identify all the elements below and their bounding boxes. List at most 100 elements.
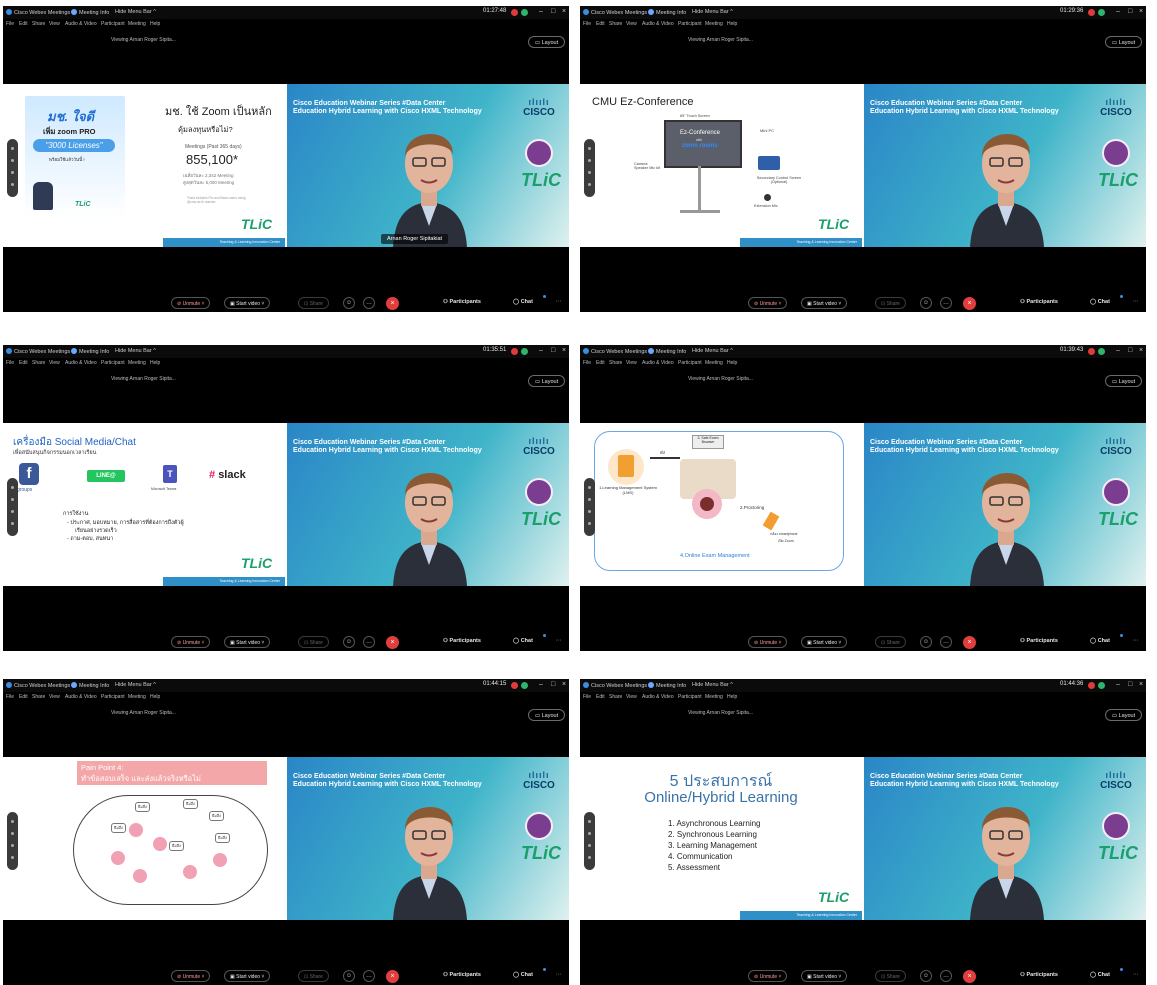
maximize-button[interactable]: □	[551, 347, 555, 354]
recording-icon[interactable]	[511, 9, 518, 16]
menu-share[interactable]: Share	[32, 21, 45, 27]
chat-button[interactable]: ◯ Chat	[1090, 972, 1110, 978]
end-meeting-button[interactable]: ×	[963, 970, 976, 983]
close-window-button[interactable]: ×	[1139, 8, 1143, 15]
layout-button[interactable]: ▭ Layout	[1105, 36, 1142, 48]
unmute-button[interactable]: ⊘ Unmute ˅	[171, 636, 211, 648]
menu-share[interactable]: Share	[32, 360, 45, 366]
slide-tools-pill[interactable]	[7, 812, 18, 870]
chat-button[interactable]: ◯ Chat	[513, 972, 533, 978]
overflow-icon[interactable]: ···	[1133, 299, 1139, 305]
menu-edit[interactable]: Edit	[596, 694, 605, 700]
menu-audio-video[interactable]: Audio & Video	[65, 360, 97, 366]
start-video-button[interactable]: ▣ Start video ˅	[801, 636, 848, 648]
participants-button[interactable]: ⚇ Participants	[443, 972, 481, 978]
recording-icon[interactable]	[511, 682, 518, 689]
menu-audio-video[interactable]: Audio & Video	[65, 21, 97, 27]
overflow-icon[interactable]: ···	[1133, 972, 1139, 978]
menu-view[interactable]: View	[626, 360, 637, 366]
menu-share[interactable]: Share	[609, 360, 622, 366]
menu-share[interactable]: Share	[609, 21, 622, 27]
meeting-info-button[interactable]: Meeting Info	[648, 348, 686, 355]
start-video-button[interactable]: ▣ Start video ˅	[801, 297, 848, 309]
reactions-button[interactable]: ☺	[343, 636, 355, 648]
more-options-button[interactable]: …	[940, 970, 952, 982]
hide-menu-bar-button[interactable]: Hide Menu Bar ^	[692, 348, 733, 354]
menu-audio-video[interactable]: Audio & Video	[642, 21, 674, 27]
menu-meeting[interactable]: Meeting	[705, 21, 723, 27]
slide-tools-pill[interactable]	[7, 478, 18, 536]
close-window-button[interactable]: ×	[562, 8, 566, 15]
slide-tools-pill[interactable]	[584, 812, 595, 870]
participants-button[interactable]: ⚇ Participants	[443, 299, 481, 305]
minimize-button[interactable]: –	[1116, 347, 1120, 354]
menu-share[interactable]: Share	[32, 694, 45, 700]
reactions-button[interactable]: ☺	[343, 970, 355, 982]
share-button[interactable]: ⊡ Share	[875, 297, 906, 309]
share-button[interactable]: ⊡ Share	[298, 970, 329, 982]
connection-status-icon[interactable]	[1098, 682, 1105, 689]
share-button[interactable]: ⊡ Share	[298, 636, 329, 648]
menu-help[interactable]: Help	[150, 360, 160, 366]
menu-meeting[interactable]: Meeting	[705, 694, 723, 700]
reactions-button[interactable]: ☺	[343, 297, 355, 309]
meeting-info-button[interactable]: Meeting Info	[71, 9, 109, 16]
chat-button[interactable]: ◯ Chat	[513, 299, 533, 305]
layout-button[interactable]: ▭ Layout	[528, 709, 565, 721]
menu-view[interactable]: View	[626, 694, 637, 700]
menu-file[interactable]: File	[583, 21, 591, 27]
layout-button[interactable]: ▭ Layout	[1105, 375, 1142, 387]
minimize-button[interactable]: –	[539, 681, 543, 688]
menu-audio-video[interactable]: Audio & Video	[65, 694, 97, 700]
reactions-button[interactable]: ☺	[920, 297, 932, 309]
connection-status-icon[interactable]	[1098, 9, 1105, 16]
menu-view[interactable]: View	[49, 21, 60, 27]
layout-button[interactable]: ▭ Layout	[528, 36, 565, 48]
maximize-button[interactable]: □	[1128, 8, 1132, 15]
menu-help[interactable]: Help	[150, 694, 160, 700]
start-video-button[interactable]: ▣ Start video ˅	[224, 636, 271, 648]
more-options-button[interactable]: …	[363, 970, 375, 982]
start-video-button[interactable]: ▣ Start video ˅	[224, 970, 271, 982]
close-window-button[interactable]: ×	[562, 347, 566, 354]
menu-meeting[interactable]: Meeting	[128, 360, 146, 366]
menu-file[interactable]: File	[583, 360, 591, 366]
meeting-info-button[interactable]: Meeting Info	[71, 348, 109, 355]
share-button[interactable]: ⊡ Share	[298, 297, 329, 309]
overflow-icon[interactable]: ···	[556, 972, 562, 978]
more-options-button[interactable]: …	[363, 636, 375, 648]
minimize-button[interactable]: –	[539, 8, 543, 15]
overflow-icon[interactable]: ···	[556, 299, 562, 305]
maximize-button[interactable]: □	[1128, 347, 1132, 354]
menu-meeting[interactable]: Meeting	[705, 360, 723, 366]
slide-tools-pill[interactable]	[584, 139, 595, 197]
slide-tools-pill[interactable]	[7, 139, 18, 197]
close-window-button[interactable]: ×	[562, 681, 566, 688]
hide-menu-bar-button[interactable]: Hide Menu Bar ^	[692, 682, 733, 688]
hide-menu-bar-button[interactable]: Hide Menu Bar ^	[115, 682, 156, 688]
slide-tools-pill[interactable]	[584, 478, 595, 536]
menu-help[interactable]: Help	[727, 21, 737, 27]
share-button[interactable]: ⊡ Share	[875, 636, 906, 648]
participants-button[interactable]: ⚇ Participants	[1020, 972, 1058, 978]
connection-status-icon[interactable]	[521, 682, 528, 689]
more-options-button[interactable]: …	[363, 297, 375, 309]
recording-icon[interactable]	[1088, 9, 1095, 16]
menu-help[interactable]: Help	[727, 360, 737, 366]
menu-participant[interactable]: Participant	[101, 360, 125, 366]
menu-share[interactable]: Share	[609, 694, 622, 700]
menu-view[interactable]: View	[626, 21, 637, 27]
participants-button[interactable]: ⚇ Participants	[1020, 299, 1058, 305]
layout-button[interactable]: ▭ Layout	[528, 375, 565, 387]
meeting-info-button[interactable]: Meeting Info	[648, 9, 686, 16]
hide-menu-bar-button[interactable]: Hide Menu Bar ^	[115, 348, 156, 354]
unmute-button[interactable]: ⊘ Unmute ˅	[748, 970, 788, 982]
menu-participant[interactable]: Participant	[678, 360, 702, 366]
hide-menu-bar-button[interactable]: Hide Menu Bar ^	[115, 9, 156, 15]
unmute-button[interactable]: ⊘ Unmute ˅	[171, 970, 211, 982]
menu-file[interactable]: File	[583, 694, 591, 700]
maximize-button[interactable]: □	[551, 8, 555, 15]
menu-help[interactable]: Help	[727, 694, 737, 700]
meeting-info-button[interactable]: Meeting Info	[648, 682, 686, 689]
end-meeting-button[interactable]: ×	[386, 636, 399, 649]
